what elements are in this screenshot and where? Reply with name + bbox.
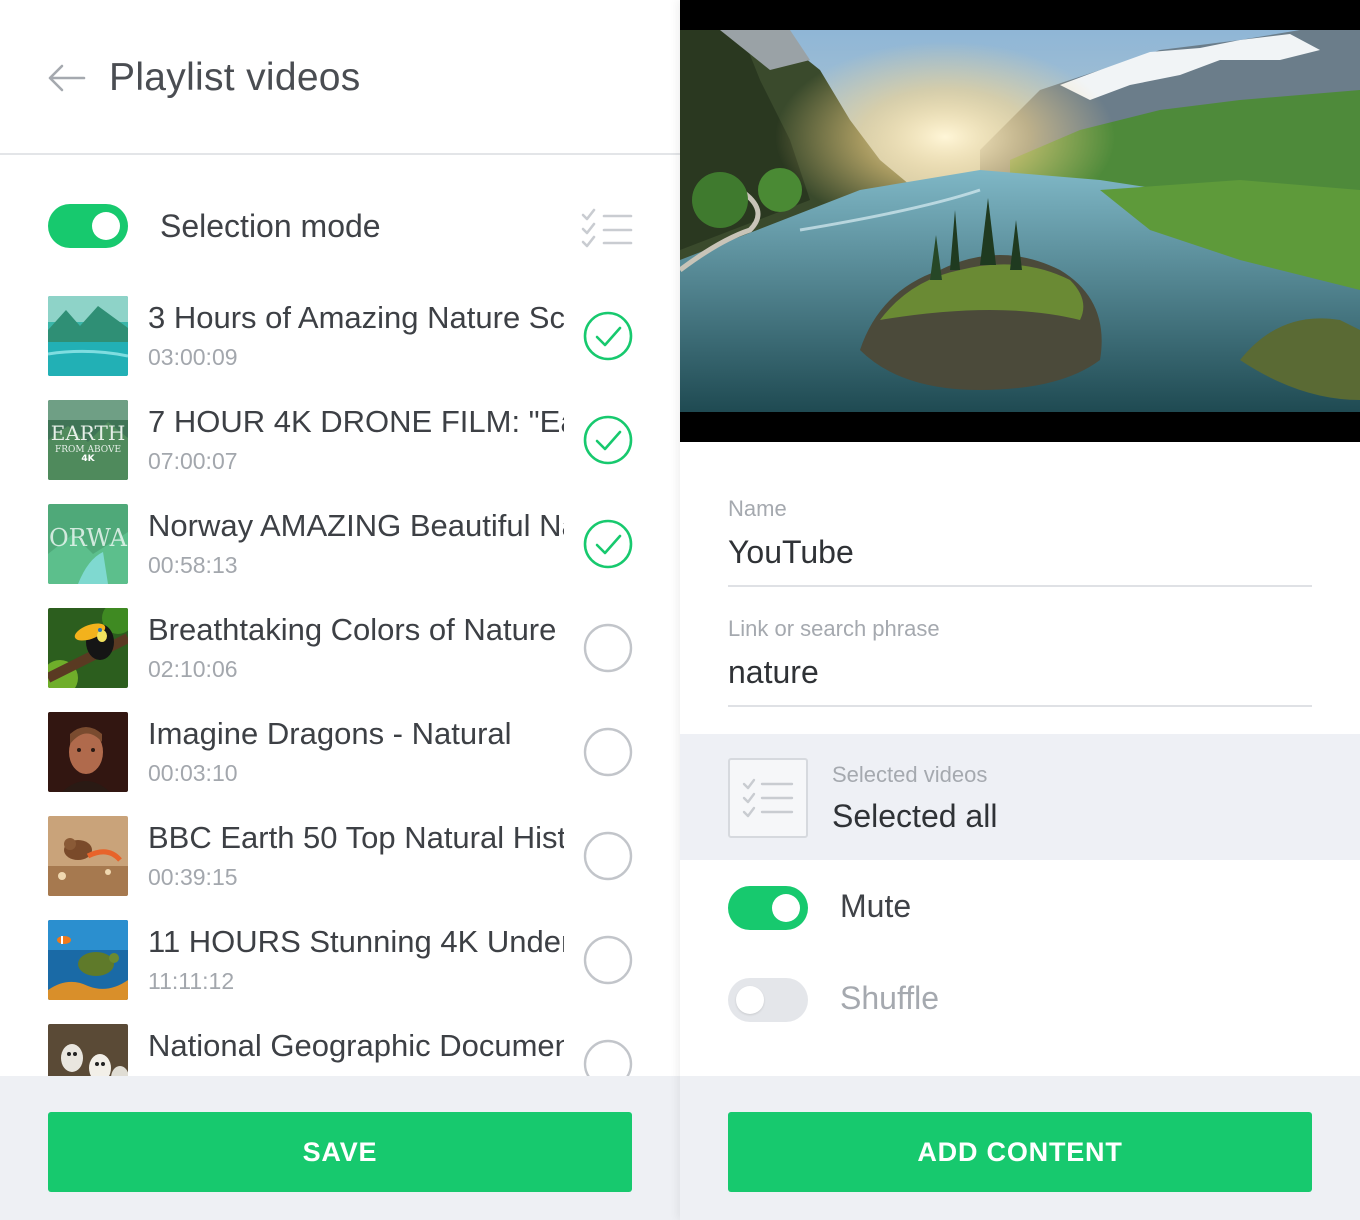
video-duration: 02:10:06 [148, 656, 238, 682]
thumbnail-caption: ORWA [49, 524, 128, 552]
checked-circle-icon[interactable] [582, 518, 634, 570]
selected-videos-value: Selected all [832, 798, 998, 834]
shuffle-label: Shuffle [840, 980, 940, 1016]
shuffle-row: Shuffle [680, 976, 1360, 1024]
video-item[interactable]: BBC Earth 50 Top Natural History Moments… [0, 816, 680, 896]
video-title: National Geographic Documentary [148, 1028, 564, 1063]
video-thumbnail [48, 816, 128, 896]
video-list: 3 Hours of Amazing Nature Scenery 03:00:… [0, 296, 680, 1076]
empty-circle-icon[interactable] [582, 934, 634, 986]
link-input[interactable]: nature [728, 654, 819, 691]
shuffle-toggle[interactable] [728, 978, 808, 1022]
selection-mode-label: Selection mode [160, 208, 381, 244]
video-thumbnail [48, 1024, 128, 1076]
video-item[interactable]: Breathtaking Colors of Nature 02:10:06 [0, 608, 680, 688]
empty-circle-icon[interactable] [582, 726, 634, 778]
page-title: Playlist videos [109, 56, 361, 99]
video-thumbnail [48, 608, 128, 688]
video-item[interactable]: National Geographic Documentary [0, 1024, 680, 1076]
checked-circle-icon[interactable] [582, 310, 634, 362]
arrow-left-icon [48, 64, 86, 92]
link-label: Link or search phrase [728, 616, 940, 641]
empty-circle-icon[interactable] [582, 622, 634, 674]
video-item[interactable]: 3 Hours of Amazing Nature Scenery 03:00:… [0, 296, 680, 376]
selection-mode-toggle[interactable] [48, 204, 128, 248]
selection-mode-row: Selection mode [0, 200, 680, 256]
video-thumbnail: ORWA [48, 504, 128, 584]
video-title: Imagine Dragons - Natural [148, 716, 512, 751]
selected-videos-label: Selected videos [832, 762, 988, 787]
content-settings-panel: Name YouTube Link or search phrase natur… [680, 0, 1360, 1220]
add-content-button[interactable]: ADD CONTENT [728, 1112, 1312, 1192]
back-button[interactable] [44, 58, 88, 98]
selected-videos-field[interactable]: Selected videos Selected all [680, 734, 1360, 860]
video-thumbnail: EARTH FROM ABOVE 4K [48, 400, 128, 480]
mute-label: Mute [840, 888, 912, 924]
name-underline [728, 585, 1312, 587]
name-label: Name [728, 496, 787, 521]
preview-image [680, 30, 1360, 412]
video-item[interactable]: EARTH FROM ABOVE 4K 7 HOUR 4K DRONE FILM… [0, 400, 680, 480]
checklist-icon [581, 208, 633, 248]
video-duration: 00:58:13 [148, 552, 238, 578]
thumbnail-caption: EARTH [51, 421, 126, 445]
thumbnail-caption: 4K [81, 454, 95, 464]
video-duration: 00:03:10 [148, 760, 238, 786]
panel-header: Playlist videos [0, 0, 680, 155]
video-title: Norway AMAZING Beautiful Nature [148, 508, 564, 543]
video-thumbnail [48, 296, 128, 376]
video-thumbnail [48, 920, 128, 1000]
video-item[interactable]: 11 HOURS Stunning 4K Underwater Footage … [0, 920, 680, 1000]
video-title: Breathtaking Colors of Nature [148, 612, 557, 647]
video-title: 11 HOURS Stunning 4K Underwater Footage [148, 924, 564, 959]
video-item[interactable]: ORWA Norway AMAZING Beautiful Nature 00:… [0, 504, 680, 584]
video-duration: 03:00:09 [148, 344, 238, 370]
video-thumbnail [48, 712, 128, 792]
mute-row: Mute [680, 884, 1360, 932]
mute-toggle[interactable] [728, 886, 808, 930]
video-title: 7 HOUR 4K DRONE FILM: "Earth from Above" [148, 404, 564, 439]
checklist-icon [742, 778, 794, 818]
empty-circle-icon[interactable] [582, 1038, 634, 1076]
right-footer: ADD CONTENT [680, 1076, 1360, 1220]
empty-circle-icon[interactable] [582, 830, 634, 882]
left-footer: SAVE [0, 1076, 680, 1220]
save-button[interactable]: SAVE [48, 1112, 632, 1192]
video-duration: 07:00:07 [148, 448, 238, 474]
checked-circle-icon[interactable] [582, 414, 634, 466]
checklist-button[interactable] [580, 208, 634, 248]
video-duration: 00:39:15 [148, 864, 238, 890]
playlist-panel: Playlist videos Selection mode 3 Hours o… [0, 0, 680, 1220]
video-preview[interactable] [680, 0, 1360, 442]
video-title: 3 Hours of Amazing Nature Scenery [148, 300, 564, 335]
video-title: BBC Earth 50 Top Natural History Moments [148, 820, 564, 855]
selected-videos-icon-box [728, 758, 808, 838]
link-underline [728, 705, 1312, 707]
video-item[interactable]: Imagine Dragons - Natural 00:03:10 [0, 712, 680, 792]
video-duration: 11:11:12 [148, 968, 235, 994]
name-input[interactable]: YouTube [728, 534, 854, 571]
